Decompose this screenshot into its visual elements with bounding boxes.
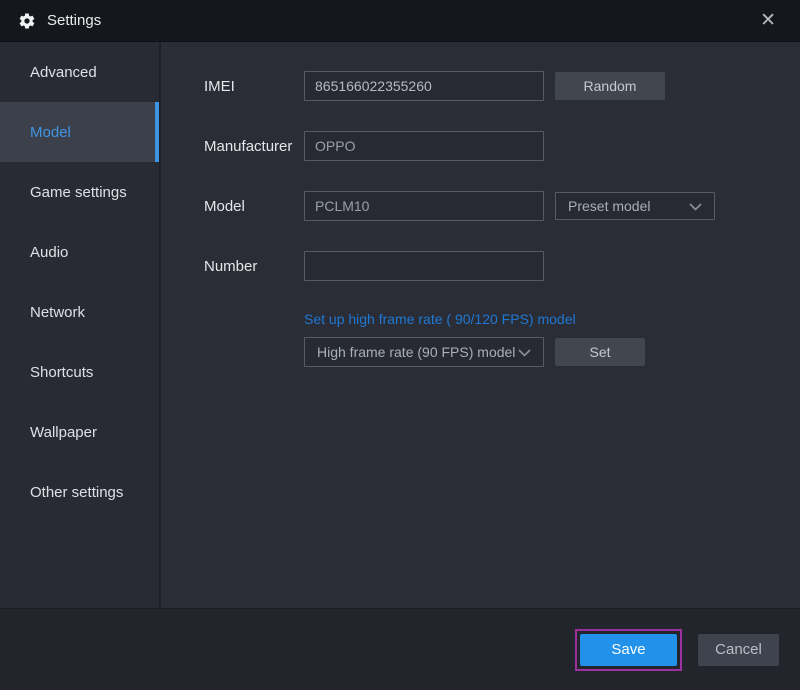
- sidebar-item-label: Audio: [30, 243, 69, 261]
- number-label: Number: [204, 257, 258, 275]
- imei-input[interactable]: [304, 71, 544, 101]
- imei-label: IMEI: [204, 77, 235, 95]
- sidebar-item-label: Wallpaper: [30, 423, 97, 441]
- sidebar-item-audio[interactable]: Audio: [0, 222, 159, 282]
- save-button-highlight: Save: [575, 628, 682, 671]
- window-title: Settings: [47, 12, 102, 29]
- model-settings-panel: IMEI Random Manufacturer Model Preset mo…: [161, 42, 800, 608]
- model-row: Model Preset model: [204, 191, 800, 221]
- sidebar-item-label: Other settings: [30, 483, 124, 501]
- titlebar: Settings ✕: [0, 0, 800, 42]
- window-body: Advanced Model Game settings Audio Netwo…: [0, 42, 800, 608]
- manufacturer-label: Manufacturer: [204, 137, 293, 155]
- high-frame-rate-caption: Set up high frame rate ( 90/120 FPS) mod…: [304, 311, 576, 327]
- manufacturer-row: Manufacturer: [204, 131, 800, 161]
- sidebar-item-label: Shortcuts: [30, 363, 94, 381]
- preset-model-dropdown-value: Preset model: [568, 198, 651, 214]
- save-button[interactable]: Save: [580, 633, 677, 666]
- cancel-button[interactable]: Cancel: [698, 633, 779, 666]
- sidebar-item-wallpaper[interactable]: Wallpaper: [0, 402, 159, 462]
- imei-row: IMEI Random: [204, 71, 800, 101]
- settings-window: Settings ✕ Advanced Model Game settings …: [0, 0, 800, 690]
- number-input[interactable]: [304, 251, 544, 281]
- sidebar-item-label: Model: [30, 123, 71, 141]
- model-label: Model: [204, 197, 245, 215]
- footer-bar: Save Cancel: [0, 608, 800, 690]
- manufacturer-input[interactable]: [304, 131, 544, 161]
- high-frame-rate-dropdown[interactable]: High frame rate (90 FPS) model: [304, 337, 544, 367]
- sidebar-item-label: Network: [30, 303, 86, 321]
- close-icon[interactable]: ✕: [754, 7, 782, 34]
- high-frame-rate-row: High frame rate (90 FPS) model Set: [304, 337, 800, 367]
- sidebar-item-model[interactable]: Model: [0, 102, 159, 162]
- set-button[interactable]: Set: [555, 338, 645, 366]
- chevron-down-icon: [518, 344, 531, 360]
- sidebar-item-label: Game settings: [30, 183, 127, 201]
- high-frame-rate-dropdown-value: High frame rate (90 FPS) model: [317, 344, 516, 360]
- chevron-down-icon: [689, 198, 702, 214]
- sidebar-item-game-settings[interactable]: Game settings: [0, 162, 159, 222]
- sidebar-item-label: Advanced: [30, 63, 97, 81]
- number-row: Number: [204, 251, 800, 281]
- preset-model-dropdown[interactable]: Preset model: [555, 192, 715, 220]
- settings-gear-icon: [18, 12, 36, 30]
- sidebar-item-shortcuts[interactable]: Shortcuts: [0, 342, 159, 402]
- sidebar-item-other-settings[interactable]: Other settings: [0, 462, 159, 522]
- sidebar: Advanced Model Game settings Audio Netwo…: [0, 42, 161, 608]
- sidebar-item-network[interactable]: Network: [0, 282, 159, 342]
- random-button[interactable]: Random: [555, 72, 665, 100]
- model-input[interactable]: [304, 191, 544, 221]
- sidebar-item-advanced[interactable]: Advanced: [0, 42, 159, 102]
